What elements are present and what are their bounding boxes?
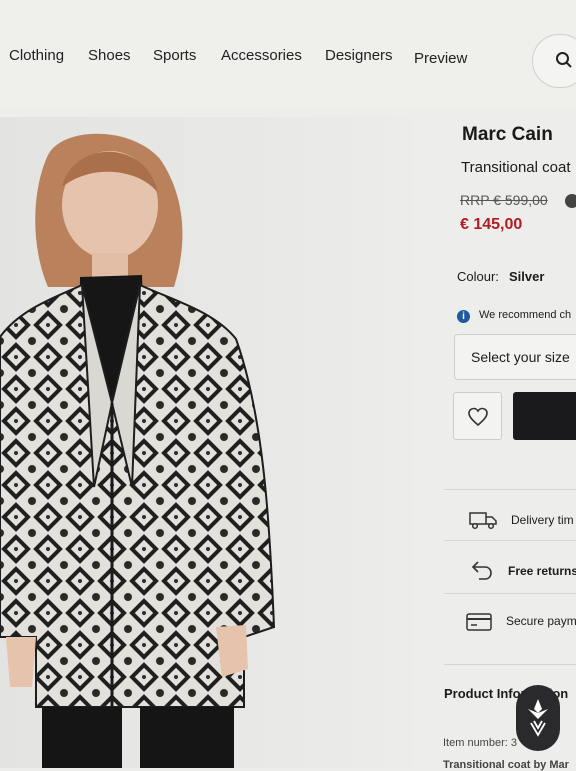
- sale-price: € 145,00: [460, 216, 523, 233]
- chat-assistant-button[interactable]: [516, 685, 560, 751]
- assistant-logo-icon: [528, 699, 548, 737]
- rrp-price: RRP € 599,00: [460, 192, 548, 208]
- search-icon: [556, 52, 572, 68]
- return-arrow-icon: [471, 561, 492, 580]
- divider: [444, 540, 576, 541]
- colour-value: Silver: [509, 269, 545, 284]
- nav-accessories[interactable]: Accessories: [221, 47, 302, 64]
- usp-payment-text: Secure paym: [506, 614, 576, 628]
- item-number: Item number: 3: [443, 737, 517, 749]
- divider: [444, 664, 576, 665]
- info-icon: i: [457, 310, 470, 323]
- usp-delivery-text: Delivery tim: [511, 513, 574, 527]
- nav-sports[interactable]: Sports: [153, 47, 196, 64]
- size-recommendation-text: We recommend ch: [479, 309, 572, 321]
- search-button[interactable]: [532, 34, 576, 88]
- add-to-cart-button[interactable]: [513, 392, 576, 440]
- colour-label: Colour:: [457, 269, 499, 284]
- brand-name[interactable]: Marc Cain: [462, 124, 553, 146]
- nav-designers[interactable]: Designers: [325, 47, 393, 64]
- discount-badge: [565, 194, 576, 208]
- product-description-start: Transitional coat by Mar: [443, 759, 569, 771]
- divider: [444, 593, 576, 594]
- delivery-truck-icon: [469, 512, 497, 530]
- nav-preview[interactable]: Preview: [414, 50, 467, 67]
- usp-returns-text: Free returns: [508, 564, 576, 578]
- model-in-coat-illustration: [0, 133, 276, 768]
- credit-card-icon: [466, 613, 492, 631]
- heart-icon: [468, 407, 488, 427]
- wishlist-button[interactable]: [453, 392, 502, 440]
- nav-shoes[interactable]: Shoes: [88, 47, 131, 64]
- divider: [444, 489, 576, 490]
- top-navigation: Clothing Shoes Sports Accessories Design…: [0, 0, 576, 110]
- size-select-label: Select your size: [471, 349, 570, 365]
- nav-clothing[interactable]: Clothing: [9, 47, 64, 64]
- size-select[interactable]: Select your size: [454, 334, 576, 380]
- product-image[interactable]: [0, 117, 412, 768]
- product-name: Transitional coat: [461, 159, 571, 176]
